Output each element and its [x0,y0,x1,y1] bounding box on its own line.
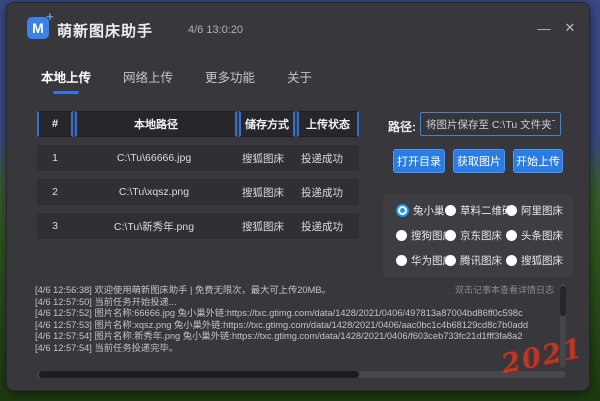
save-path-input[interactable] [420,112,561,136]
tab-label: 关于 [287,71,312,85]
clock-text: 4/6 13:0:20 [188,24,243,36]
table-row[interactable]: 1 C:\Tu\66666.jpg 搜狐图床 投递成功 [37,145,359,171]
header-storage-method: 储存方式 [239,111,295,137]
path-label: 路径: [388,118,416,135]
app-title: 萌新图床助手 [57,20,153,41]
radio-icon [506,255,517,266]
log-line: [4/6 12:57:53] 图片名称:xqsz.png 兔小巢外链:https… [35,320,559,332]
horizontal-scrollbar-thumb[interactable] [39,371,359,378]
table-header-row: # 本地路径 储存方式 上传状态 [37,111,359,137]
image-host-radio-group: 兔小巢 草料二维码 阿里图床 搜狗图床 京东图床 头条图床 华为图床 腾讯图床 [383,194,573,277]
header-local-path: 本地路径 [75,111,237,137]
log-horizontal-scrollbar[interactable] [37,371,565,378]
tab-bar: 本地上传 网络上传 更多功能 关于 [37,65,340,96]
cell-upload-status: 投递成功 [291,179,353,205]
radio-caoliao-qrcode[interactable]: 草料二维码 [445,203,513,218]
radio-tuxiaochao[interactable]: 兔小巢 [396,203,445,218]
upload-file-table: # 本地路径 储存方式 上传状态 1 C:\Tu\66666.jpg 搜狐图床 … [37,111,359,239]
minimize-button[interactable]: — [535,19,553,37]
tab-about[interactable]: 关于 [283,65,316,96]
tab-label: 本地上传 [41,71,91,85]
radio-icon [445,205,456,216]
cell-storage-method: 搜狐图床 [235,213,291,239]
tab-more-features[interactable]: 更多功能 [201,65,259,96]
log-line: [4/6 12:57:50] 当前任务开始投递... [35,297,559,309]
start-upload-button[interactable]: 开始上传 [513,149,563,173]
radio-toutiao-imagehost[interactable]: 头条图床 [506,228,563,243]
log-line: [4/6 12:57:54] 图片名称:新秀年.png 兔小巢外链:https:… [35,331,559,343]
cell-index: 2 [37,179,73,205]
tab-label: 网络上传 [123,71,173,85]
active-tab-underline [53,91,79,94]
table-row[interactable]: 2 C:\Tu\xqsz.png 搜狐图床 投递成功 [37,179,359,205]
radio-selected-icon [396,204,409,217]
cell-index: 3 [37,213,73,239]
log-line: [4/6 12:56:38] 欢迎使用萌新图床助手 | 免费无限次，最大可上传2… [35,285,559,297]
radio-icon [445,230,456,241]
header-upload-status: 上传状态 [297,111,359,137]
radio-icon [506,205,517,216]
radio-icon [506,230,517,241]
cell-index: 1 [37,145,73,171]
vertical-scrollbar-thumb[interactable] [560,286,566,316]
radio-icon [445,255,456,266]
tab-label: 更多功能 [205,71,255,85]
radio-tencent-imagehost[interactable]: 腾讯图床 [445,253,502,268]
header-index: # [37,111,73,137]
radio-icon [396,255,407,266]
tab-network-upload[interactable]: 网络上传 [119,65,177,96]
logo-plus-icon: + [46,9,54,24]
cell-storage-method: 搜狐图床 [235,145,291,171]
cell-local-path: C:\Tu\66666.jpg [73,145,235,171]
get-images-button[interactable]: 获取图片 [453,149,505,173]
radio-sohu-imagehost[interactable]: 搜狐图床 [506,253,563,268]
log-line: [4/6 12:57:52] 图片名称:66666.jpg 兔小巢外链:http… [35,308,559,320]
app-window: M + 萌新图床助手 4/6 13:0:20 — ✕ 本地上传 网络上传 更多功… [6,2,590,391]
cell-upload-status: 投递成功 [291,213,353,239]
log-line: [4/6 12:57:54] 当前任务投递完毕。 [35,343,559,355]
radio-ali-imagehost[interactable]: 阿里图床 [506,203,563,218]
cell-local-path: C:\Tu\新秀年.png [73,213,235,239]
cell-local-path: C:\Tu\xqsz.png [73,179,235,205]
radio-icon [396,230,407,241]
cell-upload-status: 投递成功 [291,145,353,171]
open-directory-button[interactable]: 打开目录 [393,149,445,173]
cell-storage-method: 搜狐图床 [235,179,291,205]
radio-jd-imagehost[interactable]: 京东图床 [445,228,502,243]
close-button[interactable]: ✕ [561,19,579,37]
tab-local-upload[interactable]: 本地上传 [37,65,95,96]
log-console[interactable]: [4/6 12:56:38] 欢迎使用萌新图床助手 | 免费无限次，最大可上传2… [35,285,559,361]
table-row[interactable]: 3 C:\Tu\新秀年.png 搜狐图床 投递成功 [37,213,359,239]
